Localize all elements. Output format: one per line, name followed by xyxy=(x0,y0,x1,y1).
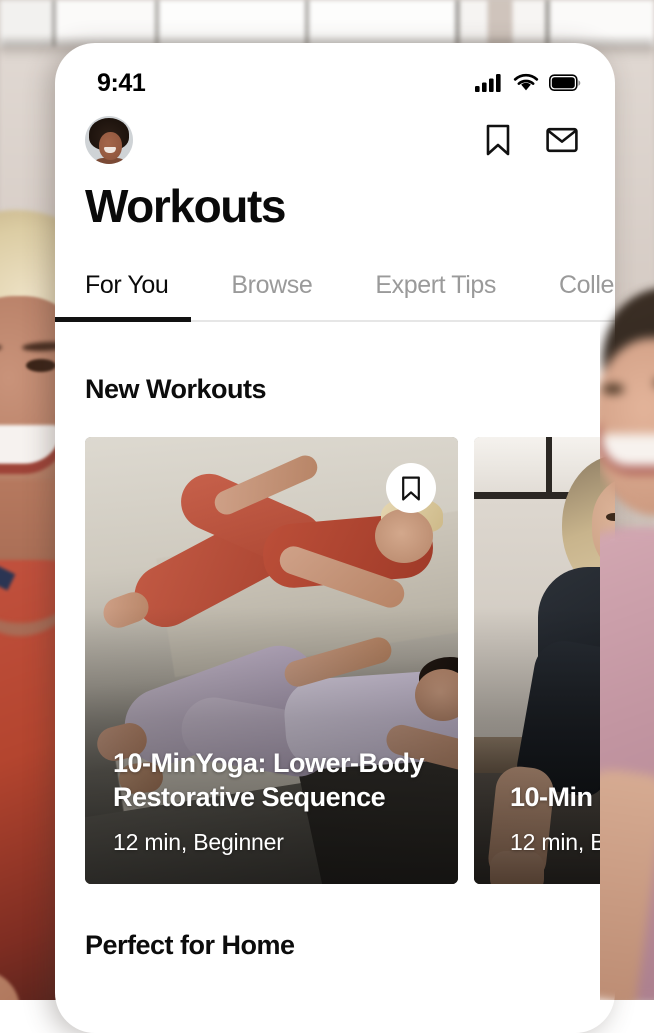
phone-mockup: 9:41 xyxy=(55,43,615,1033)
header-actions xyxy=(481,123,579,157)
app-header-bar xyxy=(55,105,615,169)
saved-bookmarks-button[interactable] xyxy=(481,123,515,157)
cellular-signal-icon xyxy=(475,73,503,93)
tab-expert-tips[interactable]: Expert Tips xyxy=(375,271,496,320)
card-title: 10-MinYoga: Lower-Body Restorative Seque… xyxy=(113,746,436,815)
card-text-block: 10-MinYoga: Lower-Body Restorative Seque… xyxy=(113,746,436,856)
page-title: Workouts xyxy=(55,169,615,233)
active-tab-indicator xyxy=(55,317,191,322)
tab-for-you[interactable]: For You xyxy=(85,271,168,320)
section-title-new-workouts: New Workouts xyxy=(55,322,615,405)
workout-card[interactable]: 10-MinYoga: Lower-Body Restorative Seque… xyxy=(85,437,458,884)
battery-icon xyxy=(549,74,581,92)
status-bar: 9:41 xyxy=(55,43,615,105)
status-bar-clock: 9:41 xyxy=(97,69,145,98)
foreground-person-right-overlay xyxy=(600,0,654,1000)
save-workout-button[interactable] xyxy=(386,463,436,513)
wifi-icon xyxy=(513,73,539,93)
tab-browse[interactable]: Browse xyxy=(231,271,312,320)
workout-card-carousel[interactable]: 10-MinYoga: Lower-Body Restorative Seque… xyxy=(55,405,615,884)
mail-icon xyxy=(546,127,578,153)
background-person-right-clip xyxy=(600,300,654,1000)
bookmark-icon xyxy=(401,476,421,501)
inbox-mail-button[interactable] xyxy=(545,123,579,157)
main-content: New Workouts xyxy=(55,322,615,961)
status-bar-indicators xyxy=(475,73,581,93)
workout-card[interactable]: 10-Min HI 12 min, Beg xyxy=(474,437,615,884)
section-title-perfect-for-home: Perfect for Home xyxy=(55,884,615,961)
bookmark-icon xyxy=(485,124,511,156)
tab-bar: For You Browse Expert Tips Colle xyxy=(55,233,615,322)
card-meta: 12 min, Beginner xyxy=(113,829,436,856)
avatar[interactable] xyxy=(85,116,133,164)
